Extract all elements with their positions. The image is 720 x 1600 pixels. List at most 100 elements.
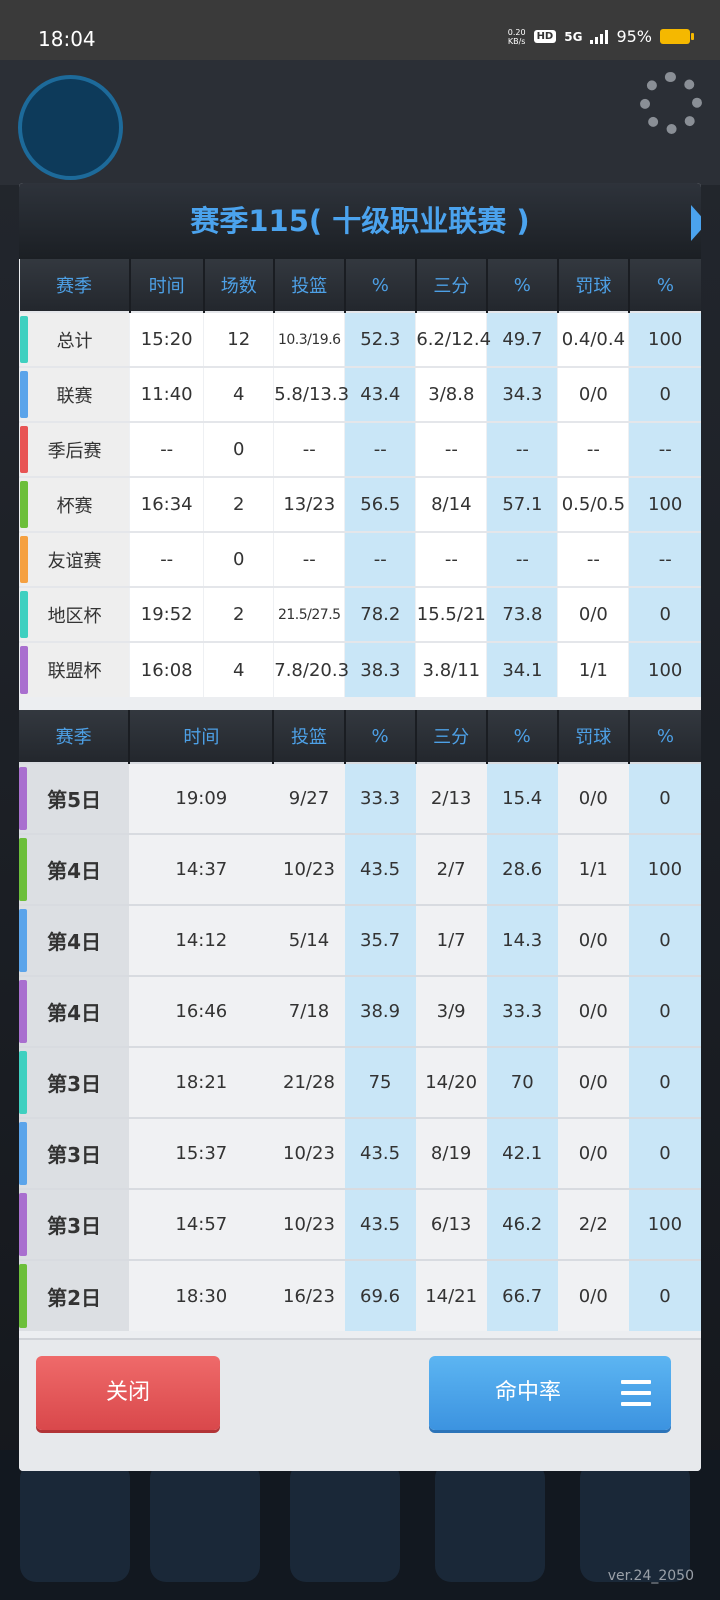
games-header-cell: % [627, 710, 701, 763]
status-bar: 18:04 0.20 KB/s HD 5G 95% [0, 0, 720, 60]
summary-row-label: 总计 [19, 311, 130, 367]
row-color-stripe [20, 371, 28, 418]
game-row[interactable]: 第4日 14:37 10/23 43.5 2/7 28.6 1/1 100 [19, 833, 701, 905]
net-speed: 0.20 KB/s [508, 28, 526, 46]
nav-up-icon [580, 1462, 690, 1582]
row-color-stripe [19, 767, 27, 830]
summary-header-cell: 赛季 [19, 259, 130, 312]
summary-cell: 3.8/11 [415, 641, 487, 697]
game-cell: 46.2 [486, 1188, 558, 1260]
summary-row-label: 地区杯 [19, 586, 130, 642]
summary-row[interactable]: 地区杯 19:52 2 21.5/27.5 78.2 15.5/21 73.8 0/0 0 [19, 586, 701, 642]
summary-header-cell: 场数 [202, 259, 274, 312]
summary-cell: -- [557, 531, 629, 587]
games-header-row: 赛季 时间 投篮% 三分% 罚球% [19, 710, 701, 763]
dialog-footer: 关闭 命中率 [19, 1338, 701, 1471]
game-row[interactable]: 第5日 19:09 9/27 33.3 2/13 15.4 0/0 0 [19, 762, 701, 834]
game-cell: 43.5 [344, 1188, 416, 1260]
game-row[interactable]: 第3日 14:57 10/23 43.5 6/13 46.2 2/2 100 [19, 1188, 701, 1260]
summary-cell: 0.5/0.5 [557, 476, 629, 532]
game-row[interactable]: 第4日 16:46 7/18 38.9 3/9 33.3 0/0 0 [19, 975, 701, 1047]
nav-star-icon [20, 1462, 130, 1582]
game-row[interactable]: 第4日 14:12 5/14 35.7 1/7 14.3 0/0 0 [19, 904, 701, 976]
summary-header-cell: 投篮 [272, 259, 345, 312]
summary-cell: 13/23 [273, 476, 345, 532]
game-cell: 43.5 [344, 833, 416, 905]
summary-cell: -- [486, 421, 558, 477]
hit-rate-button[interactable]: 命中率 [429, 1356, 671, 1430]
hd-icon: HD [533, 30, 557, 43]
row-color-stripe [19, 909, 27, 972]
summary-cell: 15:20 [129, 311, 204, 367]
signal-icon [590, 29, 609, 44]
summary-row[interactable]: 友谊赛 -- 0 -- -- -- -- -- -- [19, 531, 701, 587]
summary-row[interactable]: 联盟杯 16:08 4 7.8/20.3 38.3 3.8/11 34.1 1/1 100 [19, 641, 701, 697]
game-day-label: 第3日 [19, 1117, 130, 1189]
row-color-stripe [19, 980, 27, 1043]
nav-chat-icon [435, 1462, 545, 1582]
games-header-cell: % [485, 710, 558, 763]
game-cell: 15.4 [486, 762, 558, 834]
row-color-stripe [19, 1051, 27, 1114]
game-row[interactable]: 第3日 18:21 21/28 75 14/20 70 0/0 0 [19, 1046, 701, 1118]
summary-cell: 0 [628, 366, 701, 422]
game-cell: 100 [628, 833, 701, 905]
summary-cell: -- [129, 421, 204, 477]
summary-cell: -- [344, 531, 416, 587]
summary-cell: -- [415, 421, 487, 477]
game-cell: 3/9 [415, 975, 487, 1047]
net-speed-value: 0.20 [507, 27, 526, 37]
nav-arena-icon [290, 1462, 400, 1582]
game-cell: 0 [628, 762, 701, 834]
game-cell: 0/0 [557, 762, 629, 834]
close-button[interactable]: 关闭 [36, 1356, 220, 1430]
game-cell: 0 [628, 1046, 701, 1118]
game-cell: 75 [344, 1046, 416, 1118]
row-color-stripe [19, 838, 27, 901]
game-cell: 14:37 [129, 833, 274, 905]
game-cell: 18:21 [129, 1046, 274, 1118]
game-cell: 2/2 [557, 1188, 629, 1260]
game-cell: 43.5 [344, 1117, 416, 1189]
team-logo-icon [18, 75, 123, 180]
summary-cell: 0 [203, 421, 274, 477]
game-day-label: 第5日 [19, 762, 130, 834]
game-cell: 14/21 [415, 1259, 487, 1331]
summary-cell: 19:52 [129, 586, 204, 642]
game-cell: 0/0 [557, 1046, 629, 1118]
row-color-stripe [20, 646, 28, 694]
game-row[interactable]: 第3日 15:37 10/23 43.5 8/19 42.1 0/0 0 [19, 1117, 701, 1189]
next-season-arrow-icon[interactable] [691, 205, 701, 241]
game-cell: 38.9 [344, 975, 416, 1047]
game-cell: 0/0 [557, 904, 629, 976]
game-cell: 69.6 [344, 1259, 416, 1331]
game-day-label: 第4日 [19, 904, 130, 976]
game-row[interactable]: 第2日 18:30 16/23 69.6 14/21 66.7 0/0 0 [19, 1259, 701, 1331]
games-table: 赛季 时间 投篮% 三分% 罚球% 第5日 19:09 9/27 33.3 2/13 15.4 0/… [19, 710, 701, 1331]
nav-money-icon [150, 1462, 260, 1582]
row-color-stripe [20, 536, 28, 583]
game-cell: 19:09 [129, 762, 274, 834]
summary-cell: 57.1 [486, 476, 558, 532]
summary-row[interactable]: 联赛 11:40 4 5.8/13.3 43.4 3/8.8 34.3 0/0 0 [19, 366, 701, 422]
game-cell: 28.6 [486, 833, 558, 905]
summary-row-label: 联盟杯 [19, 641, 130, 697]
summary-cell: 34.3 [486, 366, 558, 422]
games-header-cell: % [343, 710, 416, 763]
game-cell: 70 [486, 1046, 558, 1118]
summary-cell: -- [628, 531, 701, 587]
summary-cell: 100 [628, 641, 701, 697]
summary-cell: 21.5/27.5 [273, 586, 345, 642]
game-day-label: 第4日 [19, 833, 130, 905]
summary-row[interactable]: 杯赛 16:34 2 13/23 56.5 8/14 57.1 0.5/0.5 100 [19, 476, 701, 532]
summary-row[interactable]: 总计 15:20 12 10.3/19.6 52.3 6.2/12.4 49.7 0.4/0.… [19, 311, 701, 367]
game-cell: 14.3 [486, 904, 558, 976]
game-day-label: 第3日 [19, 1188, 130, 1260]
summary-cell: -- [557, 421, 629, 477]
game-cell: 35.7 [344, 904, 416, 976]
summary-cell: 1/1 [557, 641, 629, 697]
game-cell: 21/28 [273, 1046, 345, 1118]
games-header-cell: 投篮 [272, 710, 345, 763]
summary-cell: 16:08 [129, 641, 204, 697]
summary-row[interactable]: 季后赛 -- 0 -- -- -- -- -- -- [19, 421, 701, 477]
